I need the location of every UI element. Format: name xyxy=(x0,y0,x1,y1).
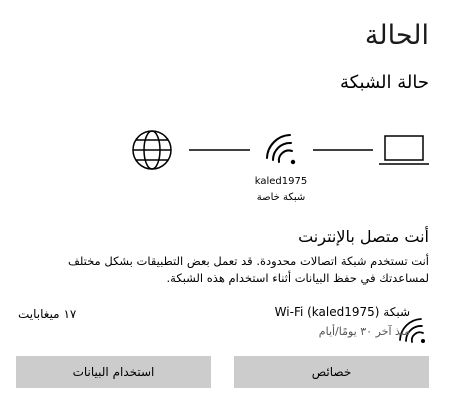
metered-connection-description: أنت تستخدم شبكة اتصالات محدودة. قد تعمل … xyxy=(67,254,429,285)
wifi-icon xyxy=(266,134,296,165)
connection-type-label: شبكة خاصة xyxy=(256,192,306,203)
network-name: شبكة (Wi-Fi (kaled1975 xyxy=(274,305,410,319)
globe-icon xyxy=(132,130,172,170)
usage-period: منذ آخر ٣٠ يومًا/أيام xyxy=(318,325,410,338)
network-diagram: kaled1975 شبكة خاصة xyxy=(0,118,455,218)
data-usage-amount: ١٧ ميغابايت xyxy=(18,307,77,321)
page-title: الحالة xyxy=(364,20,429,51)
connection-status-heading: أنت متصل بالإنترنت xyxy=(298,227,429,246)
data-usage-button[interactable]: استخدام البيانات xyxy=(16,356,211,388)
laptop-icon xyxy=(379,135,429,165)
connection-name-label: kaled1975 xyxy=(254,176,308,187)
section-title-network-status: حالة الشبكة xyxy=(339,72,429,93)
properties-button[interactable]: خصائص xyxy=(234,356,429,388)
